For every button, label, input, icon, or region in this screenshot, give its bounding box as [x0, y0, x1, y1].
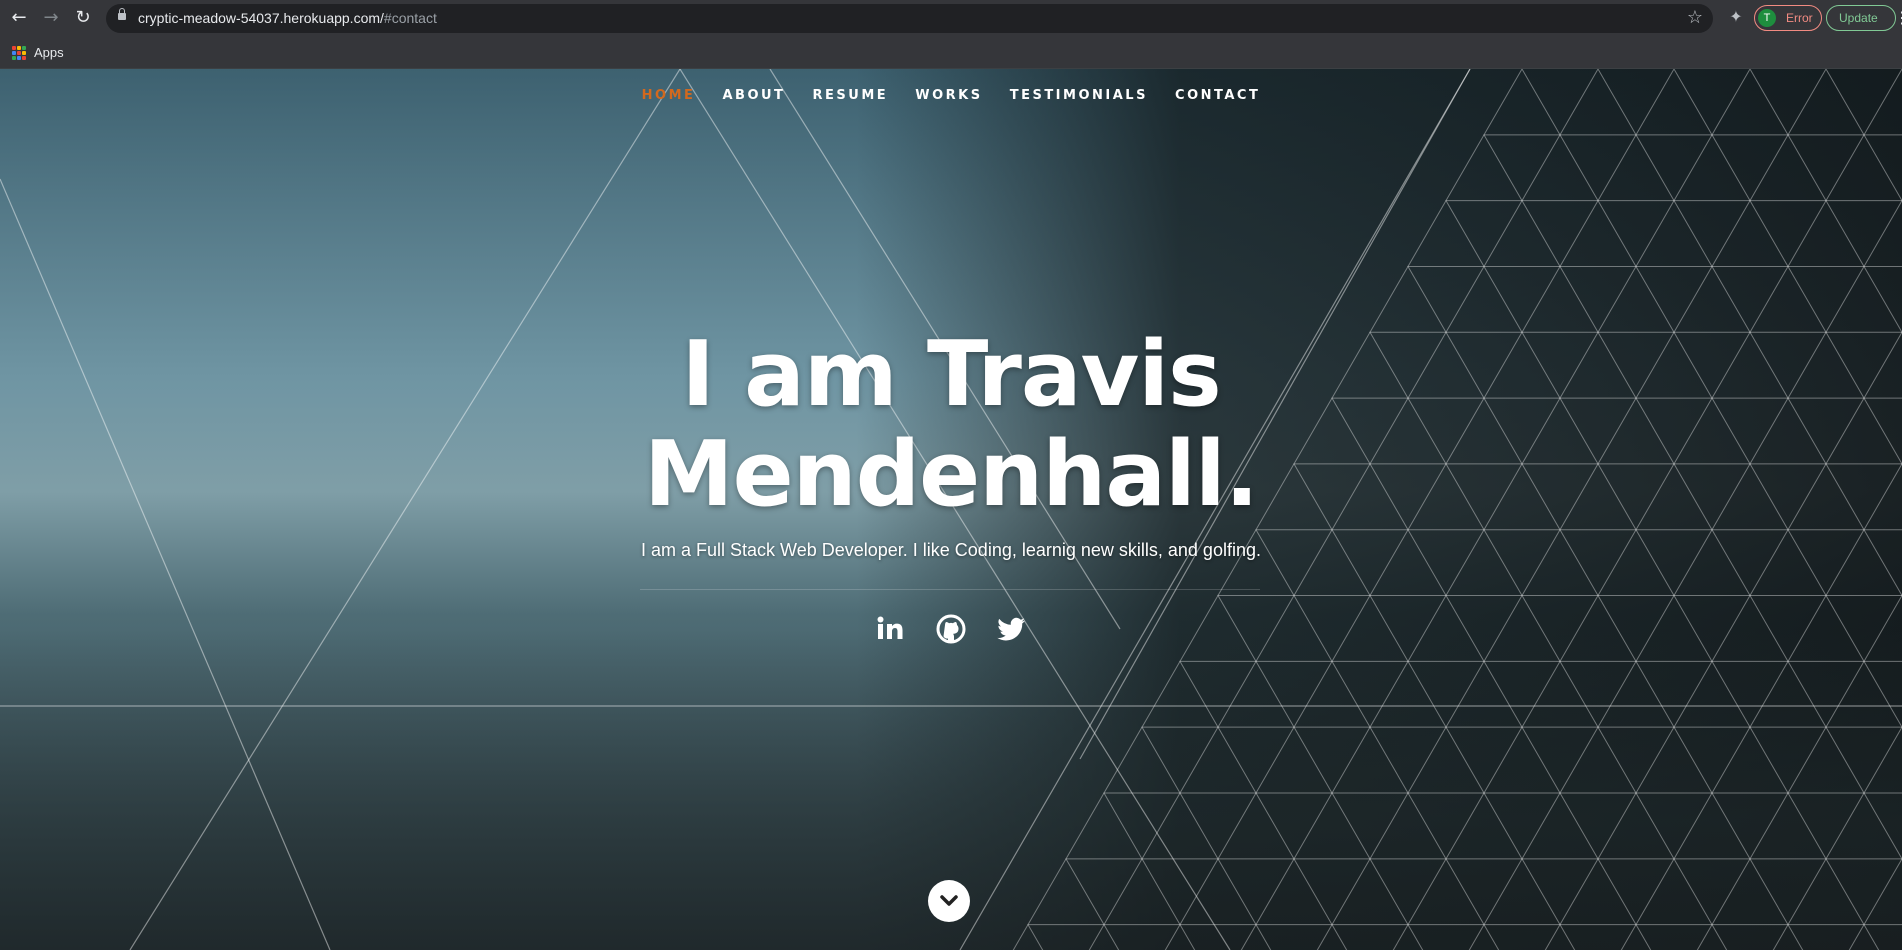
- nav-home[interactable]: HOME: [642, 88, 696, 103]
- linkedin-icon[interactable]: [875, 613, 907, 645]
- forward-arrow-icon[interactable]: →: [40, 7, 62, 29]
- hero-tagline: I am a Full Stack Web Developer. I like …: [641, 540, 1261, 560]
- social-links: [0, 613, 1902, 645]
- profile-button[interactable]: T Error: [1754, 5, 1822, 31]
- nav-works[interactable]: WORKS: [915, 88, 982, 103]
- apps-grid-icon[interactable]: [12, 46, 26, 60]
- headline-line-1: I am Travis: [681, 322, 1221, 427]
- github-icon[interactable]: [935, 613, 967, 645]
- main-nav: HOME ABOUT RESUME WORKS TESTIMONIALS CON…: [0, 84, 1902, 103]
- url-hash: #contact: [383, 10, 437, 26]
- hero-section: HOME ABOUT RESUME WORKS TESTIMONIALS CON…: [0, 69, 1902, 950]
- url-text[interactable]: cryptic-meadow-54037.herokuapp.com/#cont…: [138, 10, 437, 26]
- apps-bookmark[interactable]: Apps: [34, 45, 64, 60]
- address-bar[interactable]: cryptic-meadow-54037.herokuapp.com/#cont…: [106, 4, 1713, 33]
- update-button[interactable]: Update: [1826, 5, 1896, 31]
- nav-contact[interactable]: CONTACT: [1175, 88, 1260, 103]
- hero-divider: [640, 589, 1260, 590]
- hero-headline: I am Travis Mendenhall.: [0, 325, 1902, 525]
- headline-line-2: Mendenhall.: [644, 422, 1259, 527]
- lock-icon[interactable]: [118, 8, 126, 20]
- nav-testimonials[interactable]: TESTIMONIALS: [1010, 88, 1148, 103]
- star-icon[interactable]: ☆: [1687, 7, 1703, 28]
- avatar: T: [1758, 9, 1776, 27]
- browser-toolbar: ← → ↻ cryptic-meadow-54037.herokuapp.com…: [0, 0, 1902, 37]
- profile-status: Error: [1786, 11, 1813, 25]
- url-host: cryptic-meadow-54037.herokuapp.com/: [138, 10, 384, 26]
- chevron-down-icon: [940, 895, 958, 906]
- bookmarks-bar: Apps: [0, 37, 1902, 69]
- nav-resume[interactable]: RESUME: [813, 88, 889, 103]
- twitter-icon[interactable]: [995, 613, 1027, 645]
- reload-icon[interactable]: ↻: [72, 7, 94, 29]
- scroll-down-button[interactable]: [928, 880, 970, 922]
- puzzle-icon[interactable]: ✦: [1726, 7, 1746, 27]
- back-arrow-icon[interactable]: ←: [8, 7, 30, 29]
- kebab-menu-icon[interactable]: ⋮: [1894, 8, 1902, 27]
- nav-about[interactable]: ABOUT: [722, 88, 785, 103]
